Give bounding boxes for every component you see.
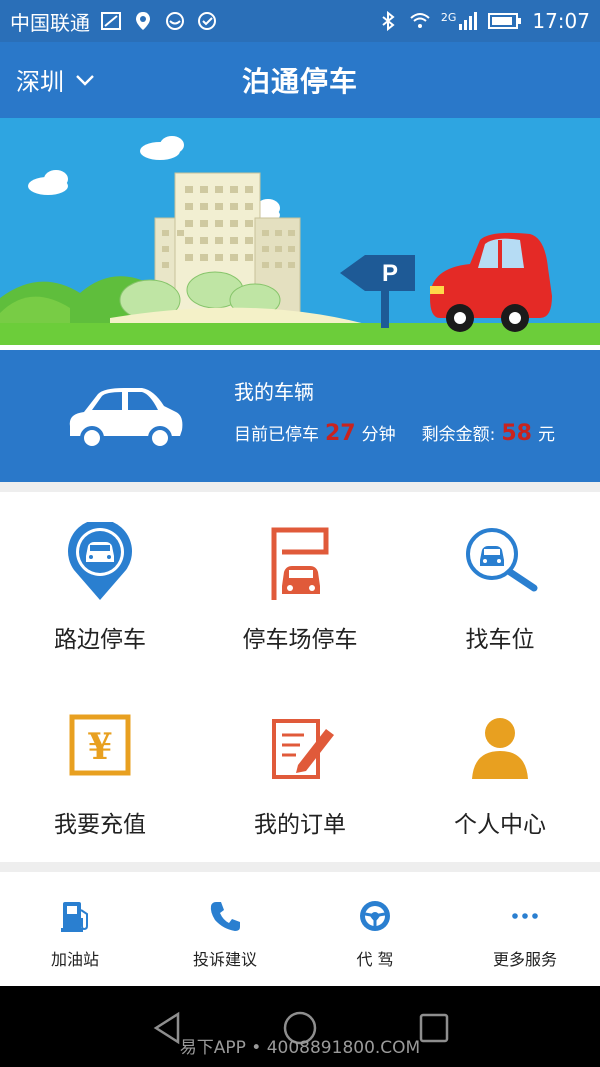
message-notification-icon xyxy=(196,10,218,32)
status-bar: 中国联通 2G 17:07 xyxy=(0,0,600,42)
phone-icon xyxy=(210,902,240,931)
parked-time-prefix: 目前已停车 xyxy=(234,425,319,445)
grid-item-recharge[interactable]: ¥ 我要充值 xyxy=(0,677,200,862)
grid-item-find-spot[interactable]: 找车位 xyxy=(400,492,600,677)
steering-wheel-icon xyxy=(360,901,390,931)
service-label: 加油站 xyxy=(50,950,99,969)
banner-illustration: P xyxy=(0,118,600,348)
balance-prefix: 剩余金额: xyxy=(421,425,496,445)
my-vehicle-panel[interactable]: 我的车辆 目前已停车 27 分钟 剩余金额: 58 元 xyxy=(0,350,600,482)
bluetooth-icon xyxy=(377,10,399,32)
network-type: 2G xyxy=(440,11,457,24)
app-header: 深圳 泊通停车 xyxy=(0,42,600,118)
watermark-text: 易下APP • 4008891800.COM xyxy=(179,1038,421,1058)
car-icon xyxy=(69,388,183,450)
grid-item-parking-lot[interactable]: 停车场停车 xyxy=(200,492,400,677)
balance-unit: 元 xyxy=(537,425,555,445)
section-divider xyxy=(0,482,600,492)
vehicle-title: 我的车辆 xyxy=(234,380,314,404)
find-spot-icon xyxy=(466,528,538,592)
service-designated-driver[interactable]: 代 驾 xyxy=(300,872,450,986)
grid-item-profile[interactable]: 个人中心 xyxy=(400,677,600,862)
function-grid: 路边停车 停车场停车 找车位 ¥ 我要充值 我的订单 个人中心 xyxy=(0,492,600,862)
app-notification-icon xyxy=(164,10,186,32)
profile-icon xyxy=(472,718,528,779)
service-complaints[interactable]: 投诉建议 xyxy=(150,872,300,986)
gas-station-icon xyxy=(61,902,88,932)
more-icon xyxy=(512,913,538,919)
service-label: 更多服务 xyxy=(492,950,557,969)
grid-item-label: 停车场停车 xyxy=(242,627,358,653)
page-title: 泊通停车 xyxy=(241,65,358,98)
grid-item-label: 个人中心 xyxy=(454,812,546,838)
parking-sign-letter: P xyxy=(382,260,398,287)
roadside-parking-icon xyxy=(68,522,132,600)
orders-icon xyxy=(272,719,334,779)
carrier-name: 中国联通 xyxy=(10,10,90,35)
balance-amount: 58 xyxy=(501,421,532,446)
services-bar: 加油站 投诉建议 代 驾 更多服务 xyxy=(0,872,600,986)
clock: 17:07 xyxy=(532,9,590,33)
location-icon xyxy=(132,10,154,32)
parking-lot-icon xyxy=(271,527,329,600)
battery-icon xyxy=(488,10,522,32)
cellular-signal-icon: 2G xyxy=(441,11,479,31)
svg-text:¥: ¥ xyxy=(87,726,112,768)
grid-item-label: 找车位 xyxy=(465,627,535,653)
vehicle-status: 目前已停车 27 分钟 剩余金额: 58 元 xyxy=(234,420,555,446)
service-gas-station[interactable]: 加油站 xyxy=(0,872,150,986)
signal-off-icon xyxy=(100,10,122,32)
recharge-icon: ¥ xyxy=(69,714,131,776)
grid-item-label: 路边停车 xyxy=(54,627,146,653)
system-nav-bar: 易下APP • 4008891800.COM xyxy=(0,986,600,1067)
service-label: 代 驾 xyxy=(356,950,394,969)
wifi-icon xyxy=(409,10,431,32)
section-divider xyxy=(0,862,600,872)
parked-time-unit: 分钟 xyxy=(361,425,396,445)
service-more[interactable]: 更多服务 xyxy=(450,872,600,986)
parked-minutes: 27 xyxy=(325,421,356,446)
grid-item-roadside-parking[interactable]: 路边停车 xyxy=(0,492,200,677)
grid-item-orders[interactable]: 我的订单 xyxy=(200,677,400,862)
grid-item-label: 我的订单 xyxy=(254,812,346,838)
service-label: 投诉建议 xyxy=(192,950,257,969)
grid-item-label: 我要充值 xyxy=(54,812,146,838)
